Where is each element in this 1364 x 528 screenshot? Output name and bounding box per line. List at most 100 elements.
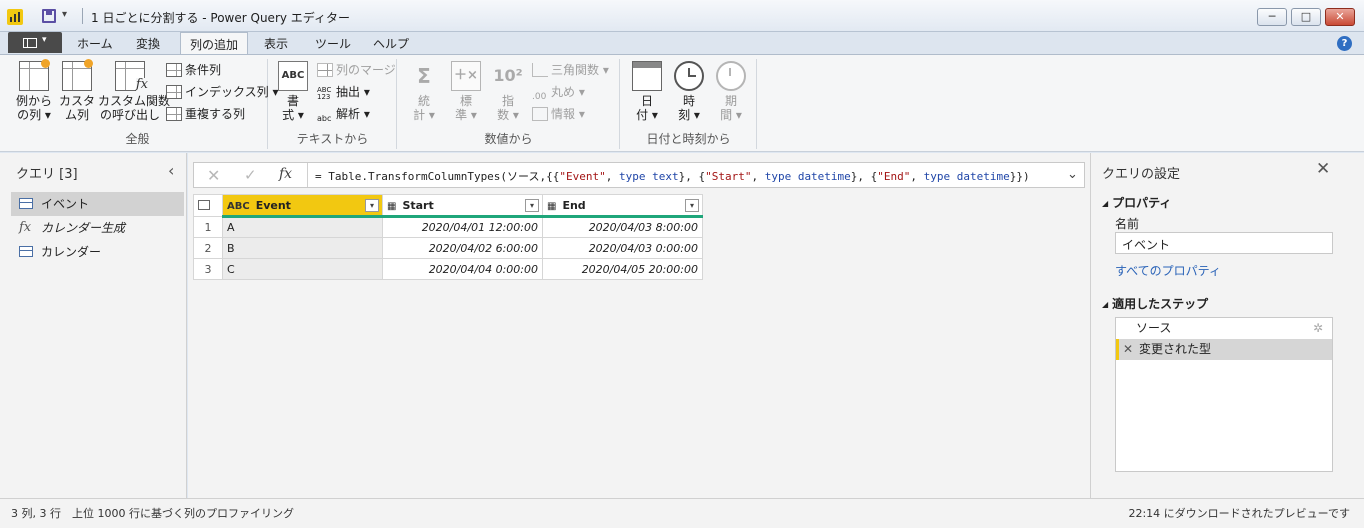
table-icon bbox=[19, 246, 33, 257]
group-label-general: 全般 bbox=[125, 132, 150, 146]
text-type-icon[interactable]: ABC bbox=[227, 201, 250, 212]
table-cell[interactable]: 2020/04/04 0:00:00 bbox=[382, 258, 543, 280]
merge-columns-button[interactable]: 列のマージ bbox=[317, 60, 396, 80]
commit-formula-icon[interactable]: ✓ bbox=[244, 166, 257, 184]
custom-column-button[interactable]: カスタ ム列 bbox=[58, 59, 96, 122]
time-button[interactable]: 時 刻 ▾ bbox=[671, 61, 707, 122]
index-column-button[interactable]: インデックス列 ▾ bbox=[166, 82, 278, 102]
tab-add-column[interactable]: 列の追加 bbox=[180, 32, 249, 55]
ribbon-group-datetime: 日 付 ▾ 時 刻 ▾ 期 間 ▾ 日付と時刻から bbox=[621, 59, 757, 149]
conditional-column-button[interactable]: 条件列 bbox=[166, 60, 221, 80]
applied-steps-header-label: 適用したステップ bbox=[1112, 297, 1209, 311]
table-cell[interactable]: A bbox=[222, 216, 383, 238]
column-header-end[interactable]: ▦ End ▾ bbox=[542, 194, 703, 218]
invoke-custom-function-button[interactable]: fx カスタム関数 の呼び出し bbox=[98, 61, 171, 122]
help-icon[interactable]: ? bbox=[1337, 36, 1352, 51]
group-label-text: テキストから bbox=[296, 132, 369, 146]
extract-button[interactable]: ABC 123 抽出 ▾ bbox=[317, 82, 370, 102]
column-filter-dropdown[interactable]: ▾ bbox=[525, 199, 539, 212]
step-source[interactable]: ソース ✲ bbox=[1116, 318, 1332, 339]
step-changed-type[interactable]: ✕ 変更された型 bbox=[1116, 339, 1332, 360]
custom-column-label: カスタ ム列 bbox=[58, 94, 95, 122]
standard-button[interactable]: ＋× 標 準 ▾ bbox=[448, 61, 484, 122]
power-bi-logo-icon bbox=[7, 9, 23, 25]
preview-status: 22:14 にダウンロードされたプレビューです bbox=[1128, 507, 1350, 520]
delete-step-icon[interactable]: ✕ bbox=[1123, 339, 1133, 360]
ribbon-group-text: ABC 書 式 ▾ 列のマージ ABC 123 抽出 ▾ abc 解析 ▾ テキストか… bbox=[269, 59, 397, 149]
applied-steps-list: ソース ✲ ✕ 変更された型 bbox=[1115, 317, 1333, 472]
column-filter-dropdown[interactable]: ▾ bbox=[685, 199, 699, 212]
gear-icon[interactable]: ✲ bbox=[1313, 318, 1323, 339]
applied-steps-section-header[interactable]: ◢ 適用したステップ bbox=[1102, 295, 1208, 312]
formula-text[interactable]: = Table.TransformColumnTypes(ソース,{{"Even… bbox=[315, 168, 1030, 184]
query-item-calendar-generate[interactable]: fx カレンダー生成 bbox=[11, 216, 184, 240]
invoke-function-icon: fx bbox=[115, 61, 148, 92]
row-number[interactable]: 3 bbox=[193, 258, 223, 280]
column-header-start[interactable]: ▦ Start ▾ bbox=[382, 194, 543, 218]
column-filter-dropdown[interactable]: ▾ bbox=[365, 199, 379, 212]
index-column-icon bbox=[166, 85, 182, 99]
window-title: 1 日ごとに分割する - Power Query エディター bbox=[91, 11, 350, 25]
save-icon[interactable] bbox=[42, 9, 56, 23]
stopwatch-icon bbox=[716, 61, 746, 91]
profiling-status[interactable]: 上位 1000 行に基づく列のプロファイリング bbox=[72, 505, 294, 521]
column-name: Event bbox=[255, 198, 291, 212]
statistics-label: 統 計 ▾ bbox=[413, 94, 435, 122]
trigonometry-label: 三角関数 ▾ bbox=[551, 63, 609, 77]
ribbon-group-general: 例から の列 ▾ カスタ ム列 fx カスタム関数 の呼び出し 条件列 インデッ… bbox=[8, 59, 278, 149]
table-cell[interactable]: C bbox=[222, 258, 383, 280]
row-number[interactable]: 2 bbox=[193, 237, 223, 259]
tab-home[interactable]: ホーム bbox=[77, 35, 113, 52]
minimize-button[interactable]: ─ bbox=[1257, 8, 1287, 26]
close-icon[interactable]: ✕ bbox=[1316, 159, 1330, 179]
properties-section-header[interactable]: ◢ プロパティ bbox=[1102, 194, 1171, 211]
table-size-status: 3 列, 3 行 bbox=[11, 507, 61, 520]
maximize-button[interactable]: □ bbox=[1291, 8, 1321, 26]
format-label: 書 式 ▾ bbox=[282, 94, 304, 122]
table-cell[interactable]: 2020/04/02 6:00:00 bbox=[382, 237, 543, 259]
table-cell[interactable]: 2020/04/03 8:00:00 bbox=[542, 216, 703, 238]
table-menu-button[interactable] bbox=[193, 194, 223, 217]
parse-button[interactable]: abc 解析 ▾ bbox=[317, 104, 370, 124]
parse-label: 解析 ▾ bbox=[336, 107, 370, 121]
table-cell[interactable]: 2020/04/05 20:00:00 bbox=[542, 258, 703, 280]
column-header-event[interactable]: ABC Event ▾ bbox=[222, 194, 383, 218]
tab-tools[interactable]: ツール bbox=[315, 35, 351, 52]
ribbon-group-number: Σ 統 計 ▾ ＋× 標 準 ▾ 10² 指 数 ▾ 三角関数 ▾ .00 丸め … bbox=[398, 59, 620, 149]
qat-dropdown-button[interactable]: ▾ bbox=[62, 9, 67, 20]
tab-help[interactable]: ヘルプ bbox=[373, 35, 409, 52]
all-properties-link[interactable]: すべてのプロパティ bbox=[1115, 262, 1221, 279]
information-button[interactable]: 情報 ▾ bbox=[532, 104, 585, 124]
tab-transform[interactable]: 変換 bbox=[136, 35, 160, 52]
date-button[interactable]: 日 付 ▾ bbox=[629, 61, 665, 122]
invoke-custom-function-label: カスタム関数 の呼び出し bbox=[98, 94, 171, 122]
query-name-input[interactable]: イベント bbox=[1115, 232, 1333, 254]
format-button[interactable]: ABC 書 式 ▾ bbox=[275, 61, 311, 122]
queries-pane-title: クエリ [3] bbox=[16, 167, 78, 182]
duration-button[interactable]: 期 間 ▾ bbox=[713, 61, 749, 122]
expand-formula-icon[interactable]: ⌄ bbox=[1067, 167, 1078, 182]
rounding-button[interactable]: .00 丸め ▾ bbox=[532, 82, 585, 102]
trigonometry-button[interactable]: 三角関数 ▾ bbox=[532, 60, 609, 80]
query-item-event[interactable]: イベント bbox=[11, 192, 184, 216]
column-from-examples-button[interactable]: 例から の列 ▾ bbox=[12, 59, 56, 122]
information-label: 情報 ▾ bbox=[551, 107, 585, 121]
datetime-type-icon[interactable]: ▦ bbox=[547, 201, 556, 212]
data-grid: ABC Event ▾ ▦ Start ▾ ▦ End ▾ 1 A 2020/04/0… bbox=[193, 194, 703, 280]
datetime-type-icon[interactable]: ▦ bbox=[387, 201, 396, 212]
close-window-button[interactable]: ✕ bbox=[1325, 8, 1355, 26]
table-cell[interactable]: B bbox=[222, 237, 383, 259]
duplicate-column-button[interactable]: 重複する列 bbox=[166, 104, 245, 124]
statistics-button[interactable]: Σ 統 計 ▾ bbox=[406, 61, 442, 122]
table-cell[interactable]: 2020/04/01 12:00:00 bbox=[382, 216, 543, 238]
table-cell[interactable]: 2020/04/03 0:00:00 bbox=[542, 237, 703, 259]
table-row: 3 C 2020/04/04 0:00:00 2020/04/05 20:00:… bbox=[193, 258, 703, 280]
query-item-calendar[interactable]: カレンダー bbox=[11, 240, 184, 264]
collapse-pane-icon[interactable]: ‹ bbox=[168, 161, 174, 180]
cancel-formula-icon[interactable]: ✕ bbox=[207, 166, 220, 185]
file-menu-button[interactable]: ▾ bbox=[8, 32, 62, 53]
fx-icon[interactable]: fx bbox=[279, 166, 292, 182]
scientific-button[interactable]: 10² 指 数 ▾ bbox=[490, 61, 526, 122]
tab-view[interactable]: 表示 bbox=[264, 35, 288, 52]
row-number[interactable]: 1 bbox=[193, 216, 223, 238]
